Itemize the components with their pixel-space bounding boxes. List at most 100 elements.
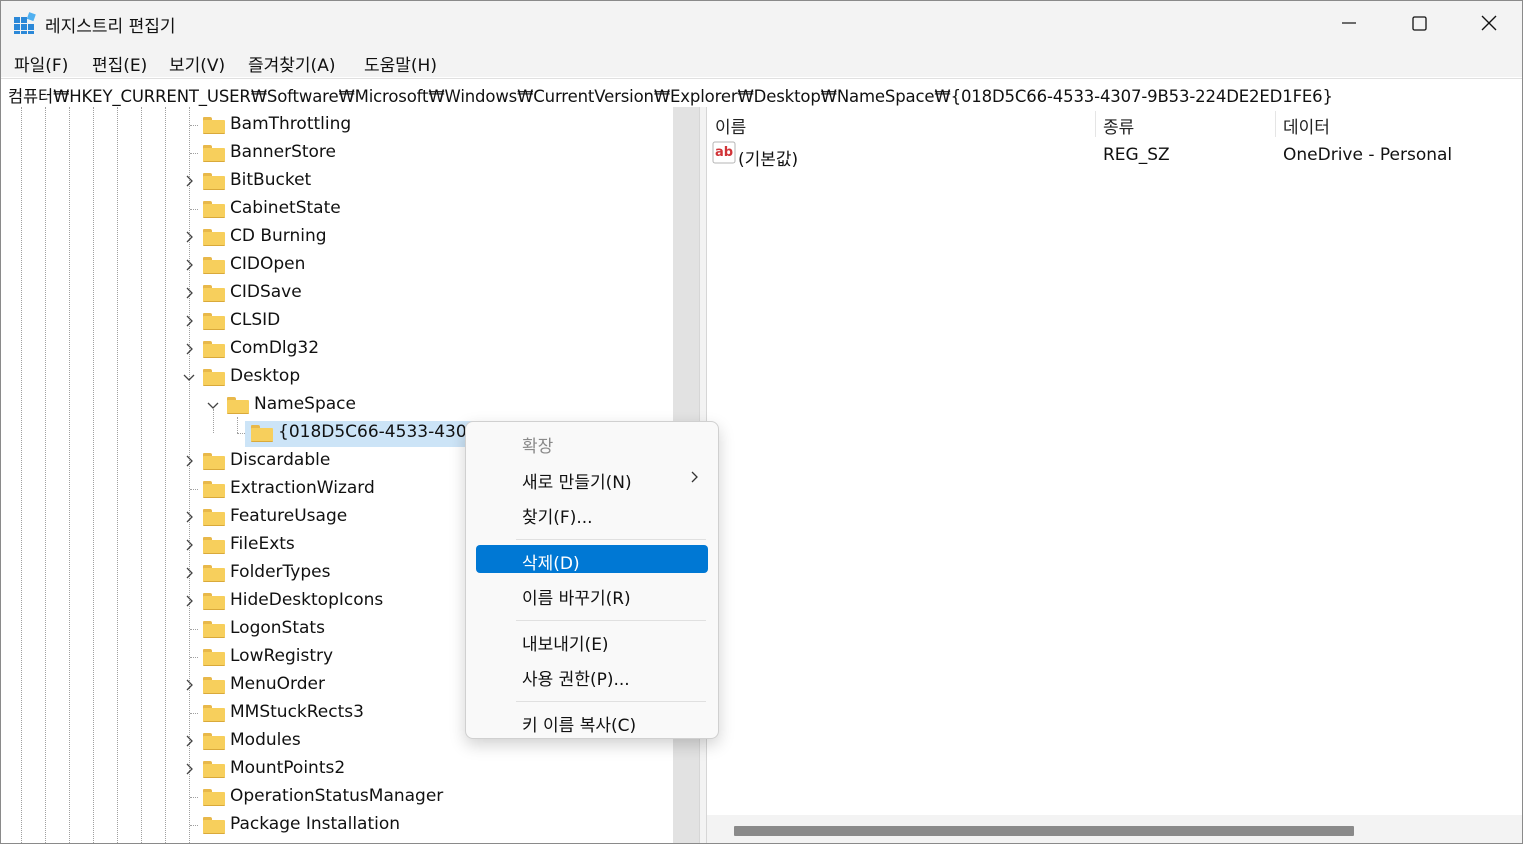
tree-item-label: FeatureUsage	[230, 506, 348, 526]
context-menu-item[interactable]: 키 이름 복사(C)	[476, 707, 708, 736]
context-menu-item-label: 이름 바꾸기(R)	[522, 589, 631, 609]
tree-item[interactable]: Desktop	[1, 363, 673, 391]
menu-file[interactable]: 파일(F)	[14, 51, 68, 76]
tree-item[interactable]: MountPoints2	[1, 755, 673, 783]
tree-item-label: Modules	[230, 730, 301, 750]
menu-edit[interactable]: 편집(E)	[92, 51, 147, 76]
list-horizontal-scrollbar[interactable]	[707, 815, 1522, 843]
menu-bar: 파일(F) 편집(E) 보기(V) 즐겨찾기(A) 도움말(H)	[1, 45, 1522, 77]
tree-item[interactable]: Package Installation	[1, 811, 673, 839]
column-divider[interactable]	[1275, 111, 1276, 137]
chevron-right-icon[interactable]	[183, 511, 195, 523]
chevron-right-icon[interactable]	[183, 287, 195, 299]
menu-help[interactable]: 도움말(H)	[364, 51, 437, 76]
chevron-right-icon[interactable]	[183, 315, 195, 327]
values-list[interactable]: 이름 종류 데이터 ab (기본값) REG_SZ OneDrive - Per…	[707, 107, 1522, 843]
folder-icon	[227, 397, 249, 414]
folder-icon	[203, 313, 225, 330]
column-header-data[interactable]: 데이터	[1283, 113, 1330, 138]
svg-text:ab: ab	[715, 145, 733, 160]
tree-item[interactable]: BitBucket	[1, 167, 673, 195]
context-menu-item[interactable]: 이름 바꾸기(R)	[476, 580, 708, 609]
tree-item[interactable]: CIDSave	[1, 279, 673, 307]
chevron-down-icon[interactable]	[183, 371, 195, 383]
list-scroll-thumb[interactable]	[734, 826, 1354, 836]
menu-separator	[516, 619, 706, 621]
folder-icon	[203, 817, 225, 834]
menu-separator	[516, 700, 706, 702]
chevron-right-icon[interactable]	[183, 735, 195, 747]
menu-view[interactable]: 보기(V)	[169, 51, 225, 76]
minimize-icon	[1342, 22, 1356, 24]
tree-item-label: Package Installation	[230, 814, 401, 834]
value-type: REG_SZ	[1103, 145, 1170, 165]
column-header-type[interactable]: 종류	[1103, 113, 1134, 138]
folder-icon	[203, 117, 225, 134]
chevron-right-icon[interactable]	[183, 679, 195, 691]
minimize-button[interactable]	[1314, 1, 1384, 45]
folder-icon	[203, 677, 225, 694]
tree-guide-line	[190, 489, 198, 490]
chevron-right-icon[interactable]	[183, 259, 195, 271]
context-menu-item[interactable]: 사용 권한(P)...	[476, 661, 708, 690]
column-header-name[interactable]: 이름	[715, 113, 746, 138]
close-button[interactable]	[1454, 1, 1522, 45]
context-menu-item-label: 찾기(F)...	[522, 508, 593, 528]
address-bar[interactable]: 컴퓨터₩HKEY_CURRENT_USER₩Software₩Microsoft…	[1, 78, 1522, 108]
tree-item-label: BamThrottling	[230, 114, 352, 134]
tree-guide-line	[190, 209, 198, 210]
tree-item[interactable]: BamThrottling	[1, 111, 673, 139]
string-value-icon: ab	[712, 141, 736, 164]
tree-item-label: ComDlg32	[230, 338, 320, 358]
folder-icon	[203, 509, 225, 526]
context-menu-item[interactable]: 새로 만들기(N)	[476, 464, 708, 493]
context-menu-item-label: 확장	[522, 437, 554, 457]
folder-icon	[203, 649, 225, 666]
tree-item[interactable]: CD Burning	[1, 223, 673, 251]
tree-item[interactable]: BannerStore	[1, 139, 673, 167]
tree-item-label: CIDSave	[230, 282, 302, 302]
chevron-right-icon[interactable]	[183, 175, 195, 187]
tree-item[interactable]: OperationStatusManager	[1, 783, 673, 811]
title-bar: 레지스트리 편집기	[1, 1, 1522, 45]
context-menu-item-label: 새로 만들기(N)	[522, 472, 632, 493]
folder-icon	[203, 257, 225, 274]
tree-item[interactable]: NameSpace	[1, 391, 673, 419]
tree-guide-line	[190, 629, 198, 630]
tree-item-label: HideDesktopIcons	[230, 590, 384, 610]
maximize-button[interactable]	[1384, 1, 1454, 45]
tree-guide-line	[190, 825, 198, 826]
context-menu-item-label: 사용 권한(P)...	[522, 670, 630, 690]
chevron-right-icon[interactable]	[183, 343, 195, 355]
maximize-icon	[1411, 15, 1427, 31]
folder-icon	[203, 453, 225, 470]
context-menu-item: 확장	[476, 428, 708, 457]
chevron-right-icon[interactable]	[183, 231, 195, 243]
chevron-right-icon[interactable]	[183, 455, 195, 467]
folder-icon	[203, 565, 225, 582]
folder-icon	[203, 229, 225, 246]
chevron-right-icon[interactable]	[183, 567, 195, 579]
tree-item[interactable]: CLSID	[1, 307, 673, 335]
chevron-right-icon[interactable]	[183, 763, 195, 775]
context-menu-item[interactable]: 내보내기(E)	[476, 626, 708, 655]
chevron-right-icon[interactable]	[183, 595, 195, 607]
tree-item[interactable]: CIDOpen	[1, 251, 673, 279]
folder-icon	[203, 761, 225, 778]
context-menu-item[interactable]: 찾기(F)...	[476, 499, 708, 528]
tree-item-label: MenuOrder	[230, 674, 325, 694]
chevron-down-icon[interactable]	[207, 399, 219, 411]
tree-item-label: ExtractionWizard	[230, 478, 375, 498]
context-menu: 확장새로 만들기(N) 찾기(F)... 삭제(D) 이름 바꾸기(R) 내보내기(E)…	[465, 421, 719, 739]
tree-item-label: CLSID	[230, 310, 281, 330]
chevron-right-icon[interactable]	[183, 539, 195, 551]
column-divider[interactable]	[1095, 111, 1096, 137]
tree-item[interactable]: CabinetState	[1, 195, 673, 223]
folder-icon	[203, 285, 225, 302]
tree-item[interactable]: ComDlg32	[1, 335, 673, 363]
folder-icon	[203, 341, 225, 358]
tree-guide-line	[190, 713, 198, 714]
registry-editor-window: 레지스트리 편집기 파일(F) 편집(E) 보기(V) 즐겨찾기(A) 도움말(…	[0, 0, 1523, 844]
menu-favorites[interactable]: 즐겨찾기(A)	[248, 51, 335, 76]
context-menu-item[interactable]: 삭제(D)	[476, 544, 708, 574]
